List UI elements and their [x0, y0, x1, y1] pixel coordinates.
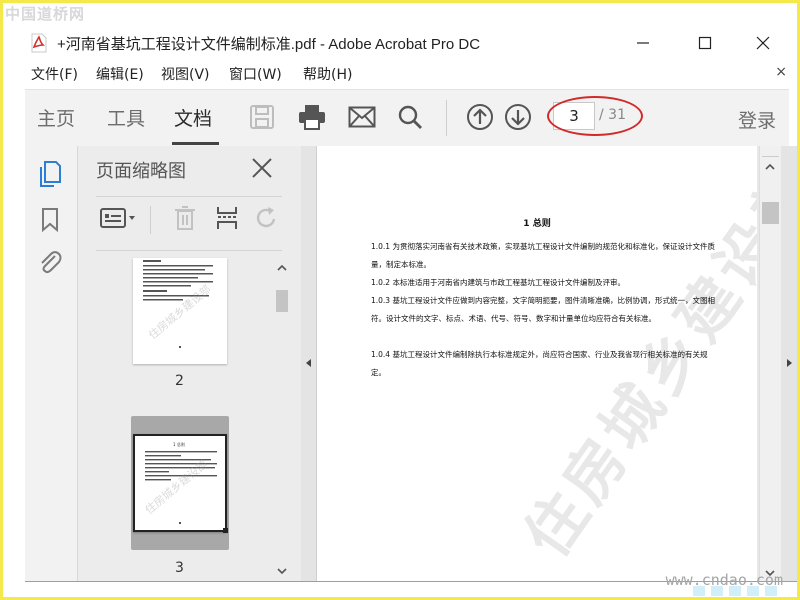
paperclip-icon: [41, 251, 62, 274]
mail-icon: [348, 106, 376, 128]
menu-view[interactable]: 视图(V): [161, 64, 210, 84]
menu-window[interactable]: 窗口(W): [229, 64, 282, 84]
pages-icon: [40, 161, 61, 187]
delete-page-button[interactable]: [172, 204, 198, 232]
collapse-right-icon: [787, 359, 792, 367]
panel-collapse-handle[interactable]: [301, 146, 317, 582]
search-icon: [398, 105, 422, 129]
close-window-button[interactable]: [751, 31, 775, 55]
printer-icon: [299, 105, 325, 130]
insert-page-button[interactable]: [214, 204, 240, 232]
login-button[interactable]: 登录: [738, 106, 776, 133]
arrow-down-circle-icon: [505, 104, 531, 130]
thumbnail-heading: 1 总则: [173, 441, 185, 447]
toolbar-divider: [446, 100, 447, 136]
paragraph-2: 1.0.2 本标准适用于河南省内建筑与市政工程基坑工程设计文件编制及评审。: [371, 278, 625, 287]
thumbnail-scrollbar[interactable]: [273, 253, 291, 582]
maximize-icon: [698, 36, 712, 50]
resize-handle[interactable]: [223, 528, 228, 533]
menu-close-button[interactable]: ×: [775, 64, 787, 80]
panel-title: 页面缩略图: [96, 161, 186, 182]
bookmark-icon: [42, 208, 58, 232]
bookmarks-button[interactable]: [36, 206, 64, 234]
menu-file[interactable]: 文件(F): [31, 64, 78, 84]
pdf-file-icon: [31, 33, 47, 53]
print-button[interactable]: [297, 102, 327, 132]
minimize-icon: [637, 42, 649, 44]
thumbnail-page-content: 住房城乡建设部: [143, 260, 213, 348]
main-toolbar: 主页 工具 文档 3 / 31 登录: [25, 89, 789, 147]
page-thumbnail-3-selected[interactable]: 1 总则 住房城乡建设部: [131, 416, 229, 550]
section-heading: 1 总则: [523, 219, 551, 229]
scroll-down-arrow-icon[interactable]: [273, 564, 291, 578]
scroll-up-arrow-icon[interactable]: [760, 160, 781, 174]
window-title: +河南省基坑工程设计文件编制标准.pdf - Adobe Acrobat Pro…: [57, 36, 481, 53]
left-navigation-rail: [25, 146, 78, 582]
document-view[interactable]: 住房城乡建设部行业标准 1 总则 1.0.1 为贯彻落实河南省有关技术政策，实现…: [317, 146, 757, 582]
menu-edit[interactable]: 编辑(E): [96, 64, 144, 84]
page-thumbnail-2[interactable]: 住房城乡建设部: [133, 258, 227, 364]
insert-page-icon: [217, 207, 237, 229]
page-thumbnail-3: 1 总则 住房城乡建设部: [133, 434, 228, 533]
attachments-button[interactable]: [36, 248, 64, 276]
active-tab-indicator: [172, 142, 219, 145]
thumbnail-watermark-3: 住房城乡建设部: [142, 457, 210, 517]
save-icon: [250, 105, 274, 129]
panel-separator: [96, 196, 282, 197]
thumbnails-panel: 页面缩略图 住房城乡建设部 2 1 总则 住房城乡建设部 3: [78, 146, 301, 582]
save-button[interactable]: [247, 102, 277, 132]
close-panel-icon[interactable]: [250, 156, 274, 180]
page-thumbnails-button[interactable]: [36, 160, 64, 188]
maximize-button[interactable]: [693, 31, 717, 55]
panel-separator-2: [96, 250, 282, 251]
menu-help[interactable]: 帮助(H): [303, 64, 352, 84]
rotate-icon: [256, 207, 276, 228]
search-button[interactable]: [395, 102, 425, 132]
right-panel-collapse-handle[interactable]: [781, 146, 797, 582]
options-menu-icon: [100, 208, 135, 228]
highlight-annotation-ellipse: [547, 96, 643, 136]
email-button[interactable]: [347, 102, 377, 132]
document-scrollbar[interactable]: [759, 146, 781, 582]
scroll-thumb[interactable]: [276, 290, 288, 312]
site-watermark: 中国道桥网: [5, 5, 86, 23]
tab-tools[interactable]: 工具: [107, 104, 145, 131]
document-scroll-thumb[interactable]: [762, 202, 779, 224]
arrow-up-circle-icon: [467, 104, 493, 130]
thumbnail-options-button[interactable]: [98, 204, 138, 232]
panel-tool-divider: [150, 206, 151, 234]
trash-icon: [175, 206, 195, 230]
next-page-button[interactable]: [503, 102, 533, 132]
footer-watermark: www.cndao.com: [665, 571, 783, 589]
previous-page-button[interactable]: [465, 102, 495, 132]
menu-bar: 文件(F) 编辑(E) 视图(V) 窗口(W) 帮助(H) ×: [3, 61, 797, 87]
tab-document[interactable]: 文档: [174, 104, 212, 131]
thumbnail-label-2: 2: [175, 373, 184, 389]
paragraph-1: 1.0.1 为贯彻落实河南省有关技术政策，实现基坑工程设计文件编制的规范化和标准…: [371, 242, 715, 269]
close-icon: [756, 36, 770, 50]
thumbnail-page-content-3: 1 总则 住房城乡建设部: [142, 441, 217, 524]
title-bar: +河南省基坑工程设计文件编制标准.pdf - Adobe Acrobat Pro…: [3, 25, 797, 59]
collapse-left-icon: [306, 359, 311, 367]
screenshot-frame: 中国道桥网 +河南省基坑工程设计文件编制标准.pdf - Adobe Acrob…: [3, 3, 797, 597]
paragraph-3: 1.0.3 基坑工程设计文件应做到内容完整，文字简明扼要，图件清晰准确，比例协调…: [371, 296, 715, 323]
scroll-up-arrow-icon[interactable]: [273, 261, 291, 275]
thumbnail-label-3: 3: [175, 560, 184, 576]
paragraph-4: 1.0.4 基坑工程设计文件编制除执行本标准规定外，尚应符合国家、行业及我省现行…: [371, 350, 708, 377]
minimize-button[interactable]: [631, 31, 655, 55]
scrollbar-cap: [762, 146, 779, 157]
tab-home[interactable]: 主页: [37, 104, 75, 131]
rotate-page-button[interactable]: [254, 204, 280, 232]
